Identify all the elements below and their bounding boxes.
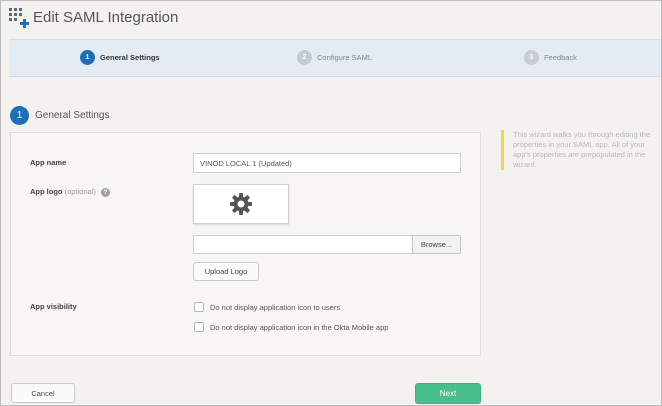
app-logo-label-text: App logo	[30, 187, 63, 196]
app-name-input[interactable]: VINOD LOCAL 1 (Updated)	[193, 153, 461, 173]
section-number: 1	[10, 106, 29, 125]
step-number: 3	[524, 50, 539, 65]
hide-icon-mobile-checkbox[interactable]	[194, 322, 204, 332]
add-app-grid-icon	[9, 8, 29, 28]
hide-icon-mobile-option[interactable]: Do not display application icon in the O…	[194, 322, 388, 332]
checkbox-label: Do not display application icon to users	[210, 302, 341, 312]
step-label: General Settings	[100, 53, 160, 62]
cancel-button[interactable]: Cancel	[11, 383, 75, 403]
logo-file-input[interactable]	[193, 235, 413, 254]
page-header: Edit SAML Integration	[9, 5, 178, 29]
step-number: 1	[80, 50, 95, 65]
gear-icon	[230, 193, 252, 215]
step-configure-saml[interactable]: 2 Configure SAML	[297, 50, 372, 65]
logo-preview	[193, 184, 289, 224]
section-title: General Settings	[35, 110, 110, 121]
upload-logo-button[interactable]: Upload Logo	[193, 262, 259, 281]
step-feedback[interactable]: 3 Feedback	[524, 50, 577, 65]
app-visibility-label: App visibility	[30, 302, 77, 311]
page-title: Edit SAML Integration	[33, 8, 179, 26]
hide-icon-users-option[interactable]: Do not display application icon to users	[194, 302, 340, 312]
app-name-label: App name	[30, 158, 67, 167]
step-number: 2	[297, 50, 312, 65]
step-label: Configure SAML	[317, 53, 373, 62]
browse-button[interactable]: Browse...	[412, 235, 461, 254]
hide-icon-users-checkbox[interactable]	[194, 302, 204, 312]
section-heading: 1 General Settings	[10, 106, 110, 125]
wizard-info-notice: This wizard walks you through editing th…	[501, 130, 661, 170]
help-icon[interactable]: ?	[100, 187, 110, 197]
optional-tag: (optional)	[64, 187, 96, 196]
step-label: Feedback	[544, 53, 577, 62]
app-logo-label: App logo (optional) ?	[30, 187, 110, 197]
checkbox-label: Do not display application icon in the O…	[210, 322, 389, 332]
step-general-settings[interactable]: 1 General Settings	[80, 50, 160, 65]
wizard-stepper: 1 General Settings 2 Configure SAML 3 Fe…	[9, 39, 661, 77]
next-button[interactable]: Next	[415, 383, 481, 404]
